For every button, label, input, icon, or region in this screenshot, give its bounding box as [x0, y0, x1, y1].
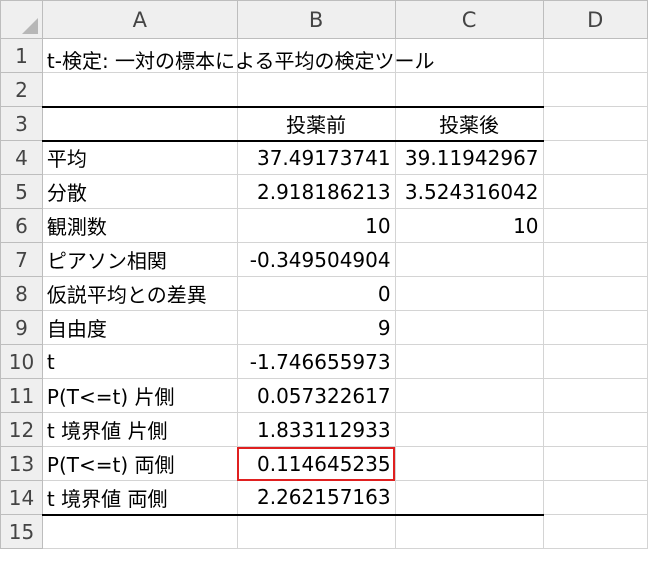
value-cell[interactable] — [394, 242, 544, 277]
cell[interactable] — [41, 72, 238, 107]
row-header[interactable]: 12 — [0, 412, 43, 447]
value-cell[interactable] — [394, 446, 544, 481]
title-cell[interactable]: t-検定: 一対の標本による平均の検定ツール — [41, 38, 434, 73]
cell[interactable] — [236, 514, 396, 549]
row-header[interactable]: 5 — [0, 174, 43, 209]
row-header[interactable]: 3 — [0, 106, 43, 141]
row-header[interactable]: 4 — [0, 140, 43, 175]
cell[interactable] — [542, 72, 648, 107]
column-header-d[interactable]: D — [542, 0, 648, 39]
value-cell[interactable]: 1.833112933 — [236, 412, 396, 447]
value-cell[interactable] — [394, 344, 544, 379]
value-cell[interactable]: 3.524316042 — [394, 174, 544, 209]
cell[interactable] — [236, 72, 396, 107]
value-cell[interactable]: 39.11942967 — [394, 139, 544, 175]
row-header[interactable]: 6 — [0, 208, 43, 243]
label-cell[interactable]: t — [41, 344, 238, 379]
cell[interactable] — [542, 276, 648, 311]
row-header[interactable]: 9 — [0, 310, 43, 345]
label-cell[interactable]: t 境界値 両側 — [41, 480, 238, 516]
value-cell[interactable]: -1.746655973 — [236, 344, 396, 379]
row-header[interactable]: 10 — [0, 344, 43, 379]
label-cell[interactable]: 自由度 — [41, 310, 238, 345]
cell[interactable] — [542, 106, 648, 141]
value-cell[interactable]: 9 — [236, 310, 396, 345]
cell[interactable] — [394, 72, 544, 107]
row-header[interactable]: 14 — [0, 480, 43, 515]
row-header[interactable]: 13 — [0, 446, 43, 481]
spreadsheet-grid: A B C D 1 t-検定: 一対の標本による平均の検定ツール 2 3 投薬前… — [0, 0, 648, 549]
cell[interactable] — [542, 140, 648, 175]
column-header-a[interactable]: A — [41, 0, 238, 39]
column-header-c[interactable]: C — [394, 0, 544, 39]
cell[interactable] — [542, 208, 648, 243]
value-cell[interactable] — [394, 276, 544, 311]
label-cell[interactable]: 平均 — [41, 139, 238, 175]
row-header[interactable]: 7 — [0, 242, 43, 277]
spreadsheet: A B C D 1 t-検定: 一対の標本による平均の検定ツール 2 3 投薬前… — [0, 0, 648, 580]
row-header[interactable]: 1 — [0, 38, 43, 73]
cell[interactable] — [41, 105, 238, 141]
row-header[interactable]: 11 — [0, 378, 43, 413]
cell[interactable] — [542, 38, 648, 73]
value-cell[interactable] — [394, 310, 544, 345]
label-cell[interactable]: P(T<=t) 両側 — [41, 446, 238, 481]
value-cell[interactable]: 10 — [236, 208, 396, 243]
title-text: t-検定: 一対の標本による平均の検定ツール — [46, 49, 435, 73]
label-cell[interactable]: 分散 — [41, 174, 238, 209]
value-cell[interactable] — [394, 412, 544, 447]
label-cell[interactable]: t 境界値 片側 — [41, 412, 238, 447]
cell[interactable] — [41, 514, 238, 549]
cell[interactable] — [394, 514, 544, 549]
cell[interactable] — [542, 446, 648, 481]
cell[interactable] — [542, 514, 648, 549]
label-cell[interactable]: 仮説平均との差異 — [41, 276, 238, 311]
header-cell-after[interactable]: 投薬後 — [394, 105, 544, 141]
value-cell[interactable]: 10 — [394, 208, 544, 243]
value-cell[interactable] — [394, 378, 544, 413]
cell[interactable] — [542, 310, 648, 345]
cell[interactable] — [542, 412, 648, 447]
label-cell[interactable]: 観測数 — [41, 208, 238, 243]
label-cell[interactable]: ピアソン相関 — [41, 242, 238, 277]
column-header-b[interactable]: B — [236, 0, 396, 39]
label-cell[interactable]: P(T<=t) 片側 — [41, 378, 238, 413]
cell[interactable] — [542, 242, 648, 277]
header-cell-before[interactable]: 投薬前 — [236, 105, 396, 141]
cell[interactable] — [542, 344, 648, 379]
value-cell[interactable]: 0.057322617 — [236, 378, 396, 413]
row-header[interactable]: 8 — [0, 276, 43, 311]
row-header[interactable]: 2 — [0, 72, 43, 107]
value-cell[interactable]: 0 — [236, 276, 396, 311]
value-cell[interactable]: 2.262157163 — [236, 480, 396, 516]
value-cell[interactable]: -0.349504904 — [236, 242, 396, 277]
value-cell[interactable]: 2.918186213 — [236, 174, 396, 209]
cell[interactable] — [542, 378, 648, 413]
cell[interactable] — [542, 174, 648, 209]
value-cell[interactable] — [394, 480, 544, 516]
select-all-corner[interactable] — [0, 0, 43, 39]
cell[interactable] — [542, 480, 648, 515]
row-header[interactable]: 15 — [0, 514, 43, 549]
selected-value-cell[interactable]: 0.114645235 — [236, 446, 396, 481]
select-all-icon — [21, 18, 38, 34]
value-cell[interactable]: 37.49173741 — [236, 139, 396, 175]
